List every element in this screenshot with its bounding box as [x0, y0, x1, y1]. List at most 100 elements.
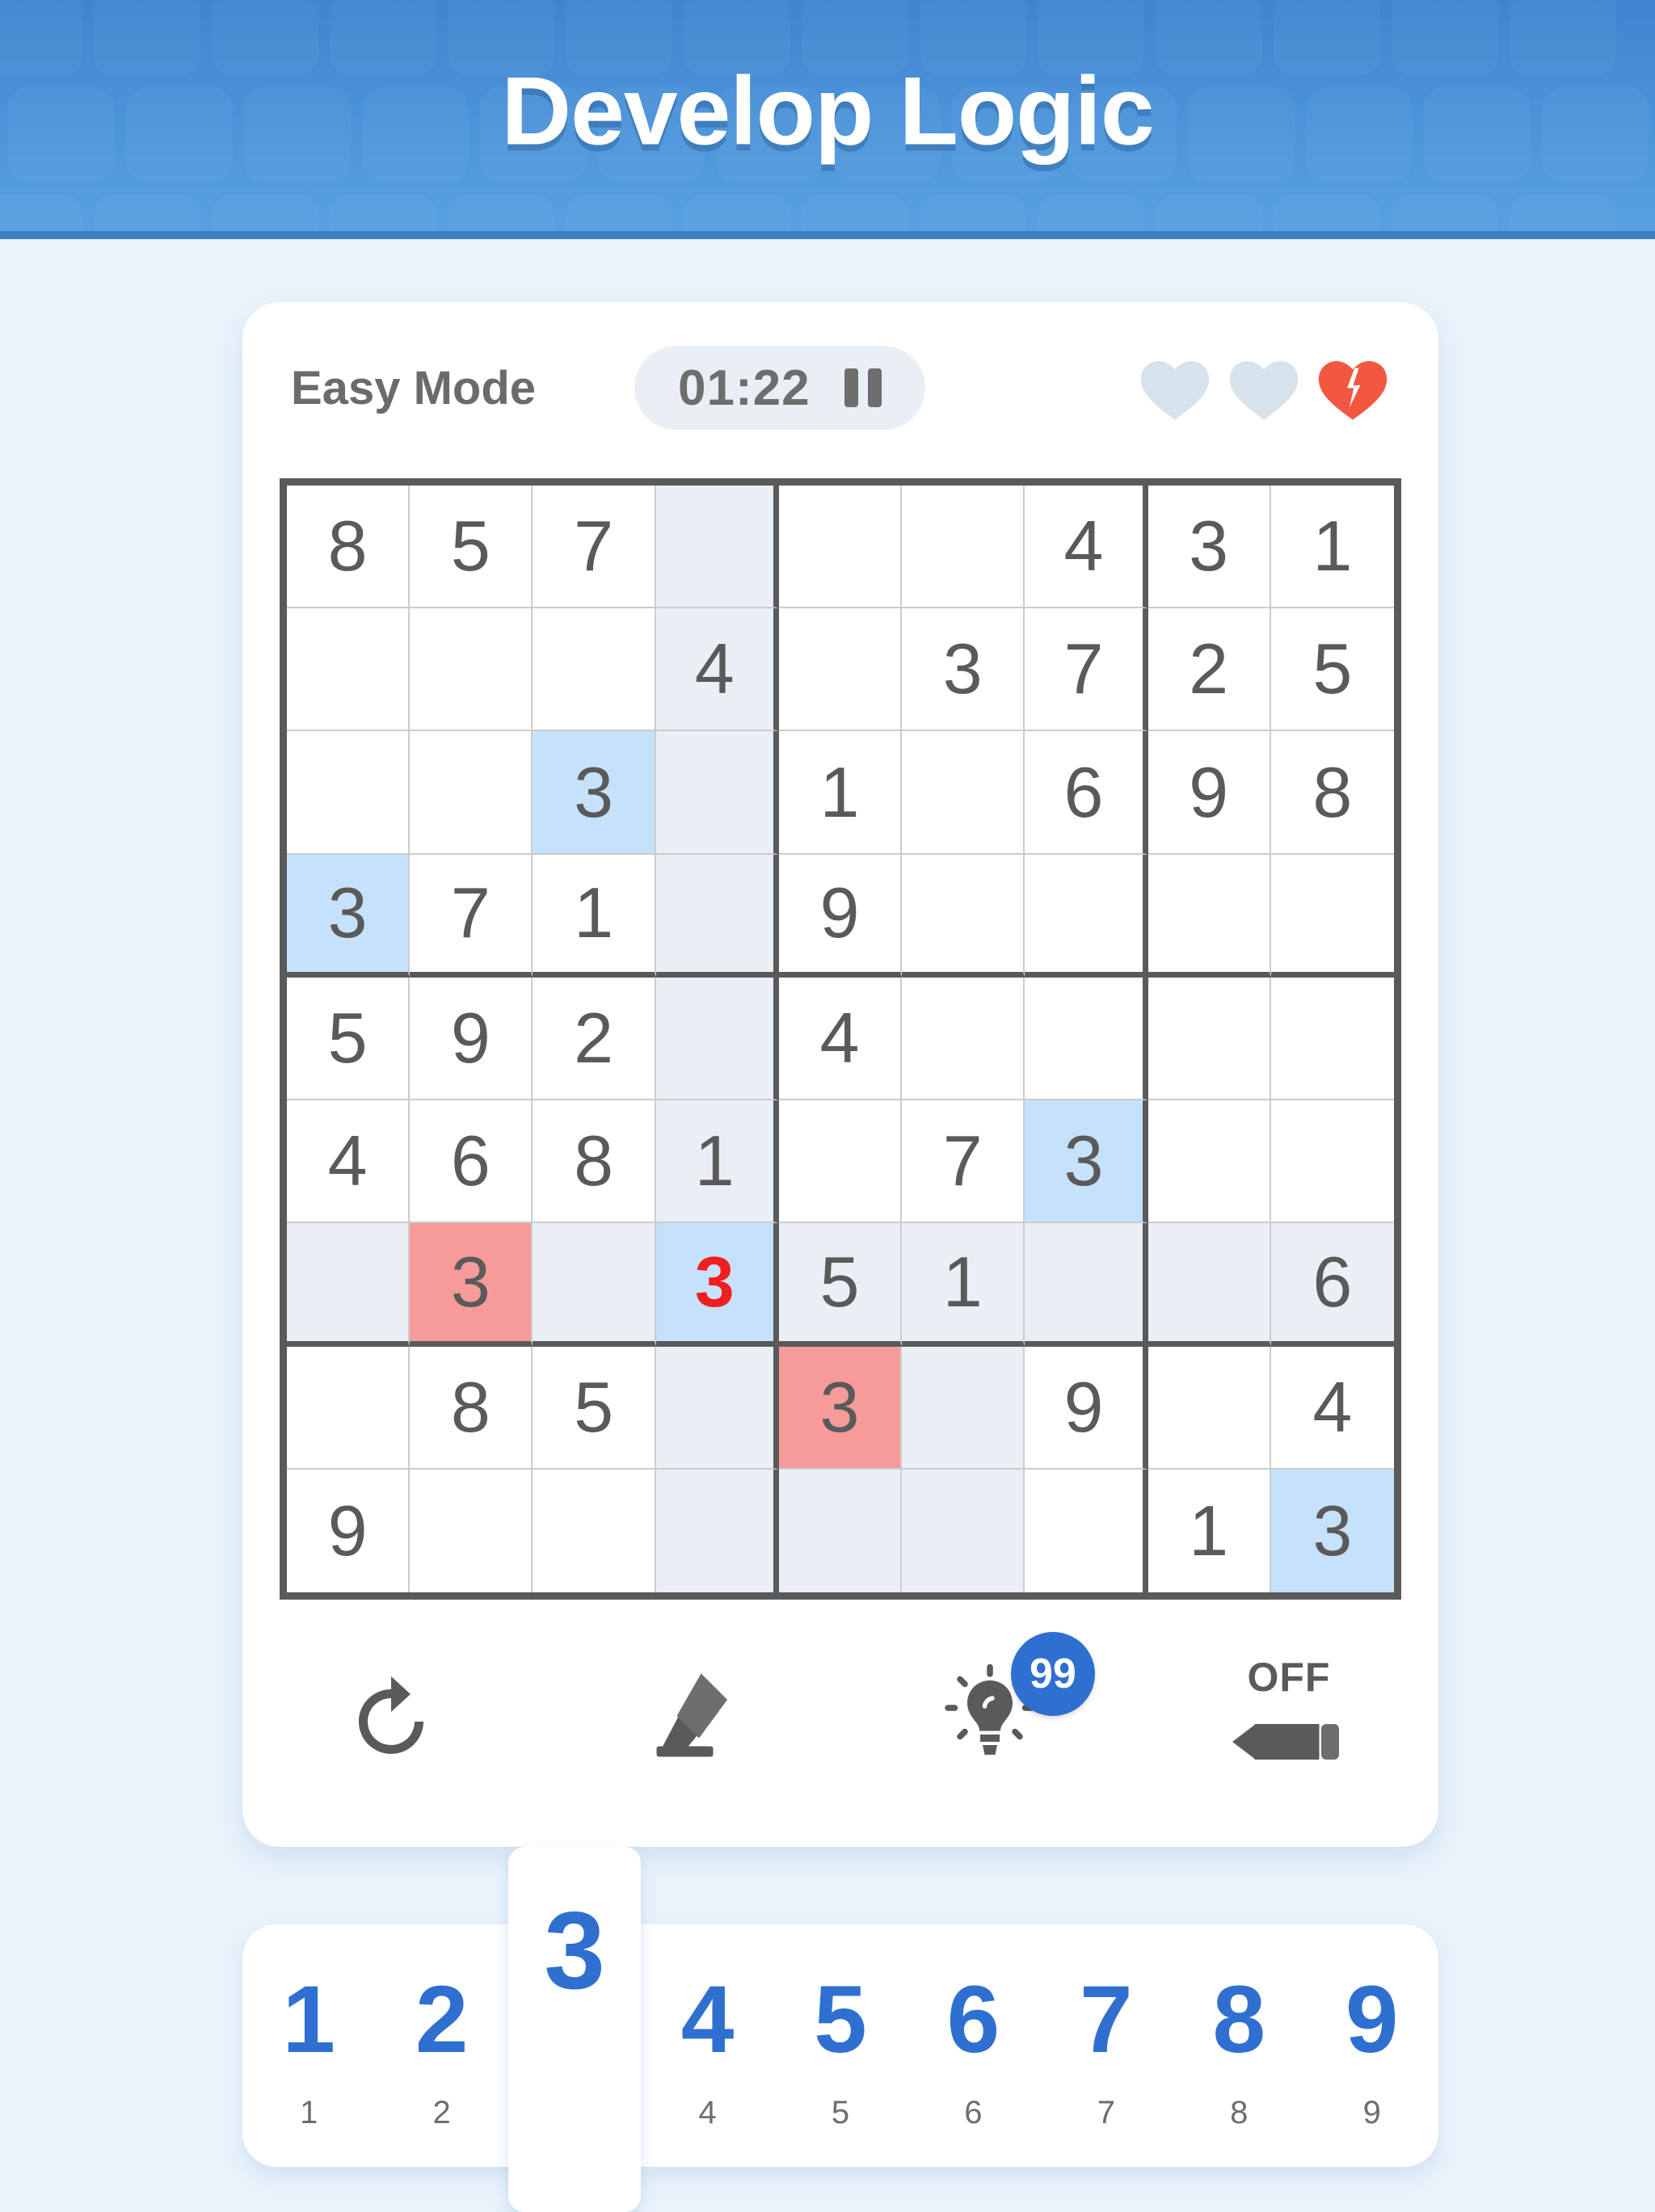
- grid-cell-r2c4[interactable]: 4: [655, 608, 779, 732]
- grid-cell-r1c4[interactable]: [655, 486, 779, 609]
- grid-cell-r2c7[interactable]: 7: [1025, 608, 1148, 732]
- grid-cell-r8c9[interactable]: 4: [1270, 1346, 1394, 1470]
- grid-cell-r1c6[interactable]: [902, 486, 1025, 609]
- grid-cell-r5c7[interactable]: [1025, 977, 1148, 1101]
- grid-cell-r4c1[interactable]: 3: [287, 854, 411, 978]
- grid-cell-r6c8[interactable]: [1148, 1100, 1271, 1224]
- grid-cell-r2c6[interactable]: 3: [902, 608, 1025, 732]
- grid-cell-r3c2[interactable]: [410, 731, 533, 855]
- grid-cell-r7c1[interactable]: [287, 1223, 411, 1347]
- grid-cell-r9c6[interactable]: [902, 1469, 1025, 1592]
- grid-cell-r9c8[interactable]: 1: [1148, 1469, 1271, 1592]
- grid-cell-r7c7[interactable]: [1025, 1223, 1148, 1347]
- grid-cell-r9c9[interactable]: 3: [1270, 1469, 1394, 1592]
- grid-cell-r6c5[interactable]: [778, 1100, 903, 1224]
- grid-cell-r8c6[interactable]: [902, 1346, 1025, 1470]
- grid-cell-r5c2[interactable]: 9: [410, 977, 533, 1101]
- notes-toggle-button[interactable]: OFF: [1139, 1627, 1438, 1805]
- grid-cell-r8c4[interactable]: [655, 1346, 779, 1470]
- grid-cell-r4c3[interactable]: 1: [533, 854, 656, 978]
- grid-cell-r5c9[interactable]: [1270, 977, 1394, 1101]
- grid-cell-r2c2[interactable]: [410, 608, 533, 732]
- grid-cell-r7c2[interactable]: 3: [410, 1223, 533, 1347]
- numpad-key-9[interactable]: 99: [1306, 1924, 1438, 2167]
- grid-cell-r4c8[interactable]: [1148, 854, 1271, 978]
- timer-pill[interactable]: 01:22: [634, 346, 925, 430]
- grid-cell-r6c3[interactable]: 8: [533, 1100, 656, 1224]
- grid-cell-r1c5[interactable]: [778, 486, 903, 609]
- grid-cell-r7c5[interactable]: 5: [778, 1223, 903, 1347]
- grid-cell-r4c9[interactable]: [1270, 854, 1394, 978]
- grid-cell-r5c4[interactable]: [655, 977, 779, 1101]
- numpad-key-8[interactable]: 88: [1173, 1924, 1305, 2167]
- grid-cell-r1c3[interactable]: 7: [533, 486, 656, 609]
- grid-cell-r9c1[interactable]: 9: [287, 1469, 411, 1592]
- numpad-key-5[interactable]: 55: [774, 1924, 907, 2167]
- grid-cell-r3c9[interactable]: 8: [1270, 731, 1394, 855]
- grid-cell-r7c3[interactable]: [533, 1223, 656, 1347]
- grid-cell-r5c5[interactable]: 4: [778, 977, 903, 1101]
- numpad-key-6[interactable]: 66: [907, 1924, 1039, 2167]
- grid-cell-r4c4[interactable]: [655, 854, 779, 978]
- grid-cell-r3c1[interactable]: [287, 731, 411, 855]
- grid-cell-r9c2[interactable]: [410, 1469, 533, 1592]
- grid-cell-r8c7[interactable]: 9: [1025, 1346, 1148, 1470]
- grid-cell-r5c3[interactable]: 2: [533, 977, 656, 1101]
- sudoku-grid[interactable]: 8574314372531698371959244681733351685394…: [280, 478, 1401, 1600]
- grid-cell-r3c3[interactable]: 3: [533, 731, 656, 855]
- undo-button[interactable]: [242, 1627, 541, 1805]
- grid-cell-r4c6[interactable]: [902, 854, 1025, 978]
- numpad-key-1[interactable]: 11: [242, 1924, 375, 2167]
- grid-cell-r2c3[interactable]: [533, 608, 656, 732]
- grid-cell-r2c1[interactable]: [287, 608, 411, 732]
- grid-cell-r6c6[interactable]: 7: [902, 1100, 1025, 1224]
- grid-cell-r9c7[interactable]: [1025, 1469, 1148, 1592]
- grid-cell-r4c2[interactable]: 7: [410, 854, 533, 978]
- grid-cell-r6c4[interactable]: 1: [655, 1100, 779, 1224]
- grid-cell-r3c5[interactable]: 1: [778, 731, 903, 855]
- grid-cell-r3c4[interactable]: [655, 731, 779, 855]
- grid-cell-r2c5[interactable]: [778, 608, 903, 732]
- grid-cell-r5c6[interactable]: [902, 977, 1025, 1101]
- grid-cell-r1c9[interactable]: 1: [1270, 486, 1394, 609]
- numpad-digit: 6: [946, 1966, 1000, 2073]
- grid-cell-r3c8[interactable]: 9: [1148, 731, 1271, 855]
- numpad-key-7[interactable]: 77: [1040, 1924, 1173, 2167]
- grid-cell-r9c5[interactable]: [778, 1469, 903, 1592]
- numpad-key-2[interactable]: 22: [375, 1924, 507, 2167]
- number-pad[interactable]: 11223445566778899: [242, 1847, 1438, 2212]
- grid-cell-r6c7[interactable]: 3: [1025, 1100, 1148, 1224]
- header-tile: [94, 194, 200, 231]
- grid-cell-r1c2[interactable]: 5: [410, 486, 533, 609]
- pause-icon[interactable]: [844, 368, 882, 407]
- grid-cell-r7c8[interactable]: [1148, 1223, 1271, 1347]
- grid-cell-r8c2[interactable]: 8: [410, 1346, 533, 1470]
- numpad-key-4[interactable]: 44: [641, 1924, 773, 2167]
- grid-cell-r4c5[interactable]: 9: [778, 854, 903, 978]
- hint-button[interactable]: 99: [840, 1627, 1139, 1805]
- grid-cell-r6c2[interactable]: 6: [410, 1100, 533, 1224]
- grid-cell-r5c1[interactable]: 5: [287, 977, 411, 1101]
- grid-cell-r3c7[interactable]: 6: [1025, 731, 1148, 855]
- grid-cell-r4c7[interactable]: [1025, 854, 1148, 978]
- grid-cell-r1c1[interactable]: 8: [287, 486, 411, 609]
- grid-cell-r2c8[interactable]: 2: [1148, 608, 1271, 732]
- grid-cell-r1c8[interactable]: 3: [1148, 486, 1271, 609]
- grid-cell-r7c9[interactable]: 6: [1270, 1223, 1394, 1347]
- numpad-key-3[interactable]: 3: [507, 1847, 642, 2212]
- grid-cell-r8c8[interactable]: [1148, 1346, 1271, 1470]
- grid-cell-r8c1[interactable]: [287, 1346, 411, 1470]
- grid-cell-r1c7[interactable]: 4: [1025, 486, 1148, 609]
- grid-cell-r7c6[interactable]: 1: [902, 1223, 1025, 1347]
- grid-cell-r8c5[interactable]: 3: [778, 1346, 903, 1470]
- grid-cell-r9c4[interactable]: [655, 1469, 779, 1592]
- grid-cell-r6c1[interactable]: 4: [287, 1100, 411, 1224]
- grid-cell-r8c3[interactable]: 5: [533, 1346, 656, 1470]
- grid-cell-r7c4[interactable]: 3: [655, 1223, 779, 1347]
- grid-cell-r9c3[interactable]: [533, 1469, 656, 1592]
- grid-cell-r2c9[interactable]: 5: [1270, 608, 1394, 732]
- erase-button[interactable]: [541, 1627, 840, 1805]
- grid-cell-r3c6[interactable]: [902, 731, 1025, 855]
- grid-cell-r6c9[interactable]: [1270, 1100, 1394, 1224]
- grid-cell-r5c8[interactable]: [1148, 977, 1271, 1101]
